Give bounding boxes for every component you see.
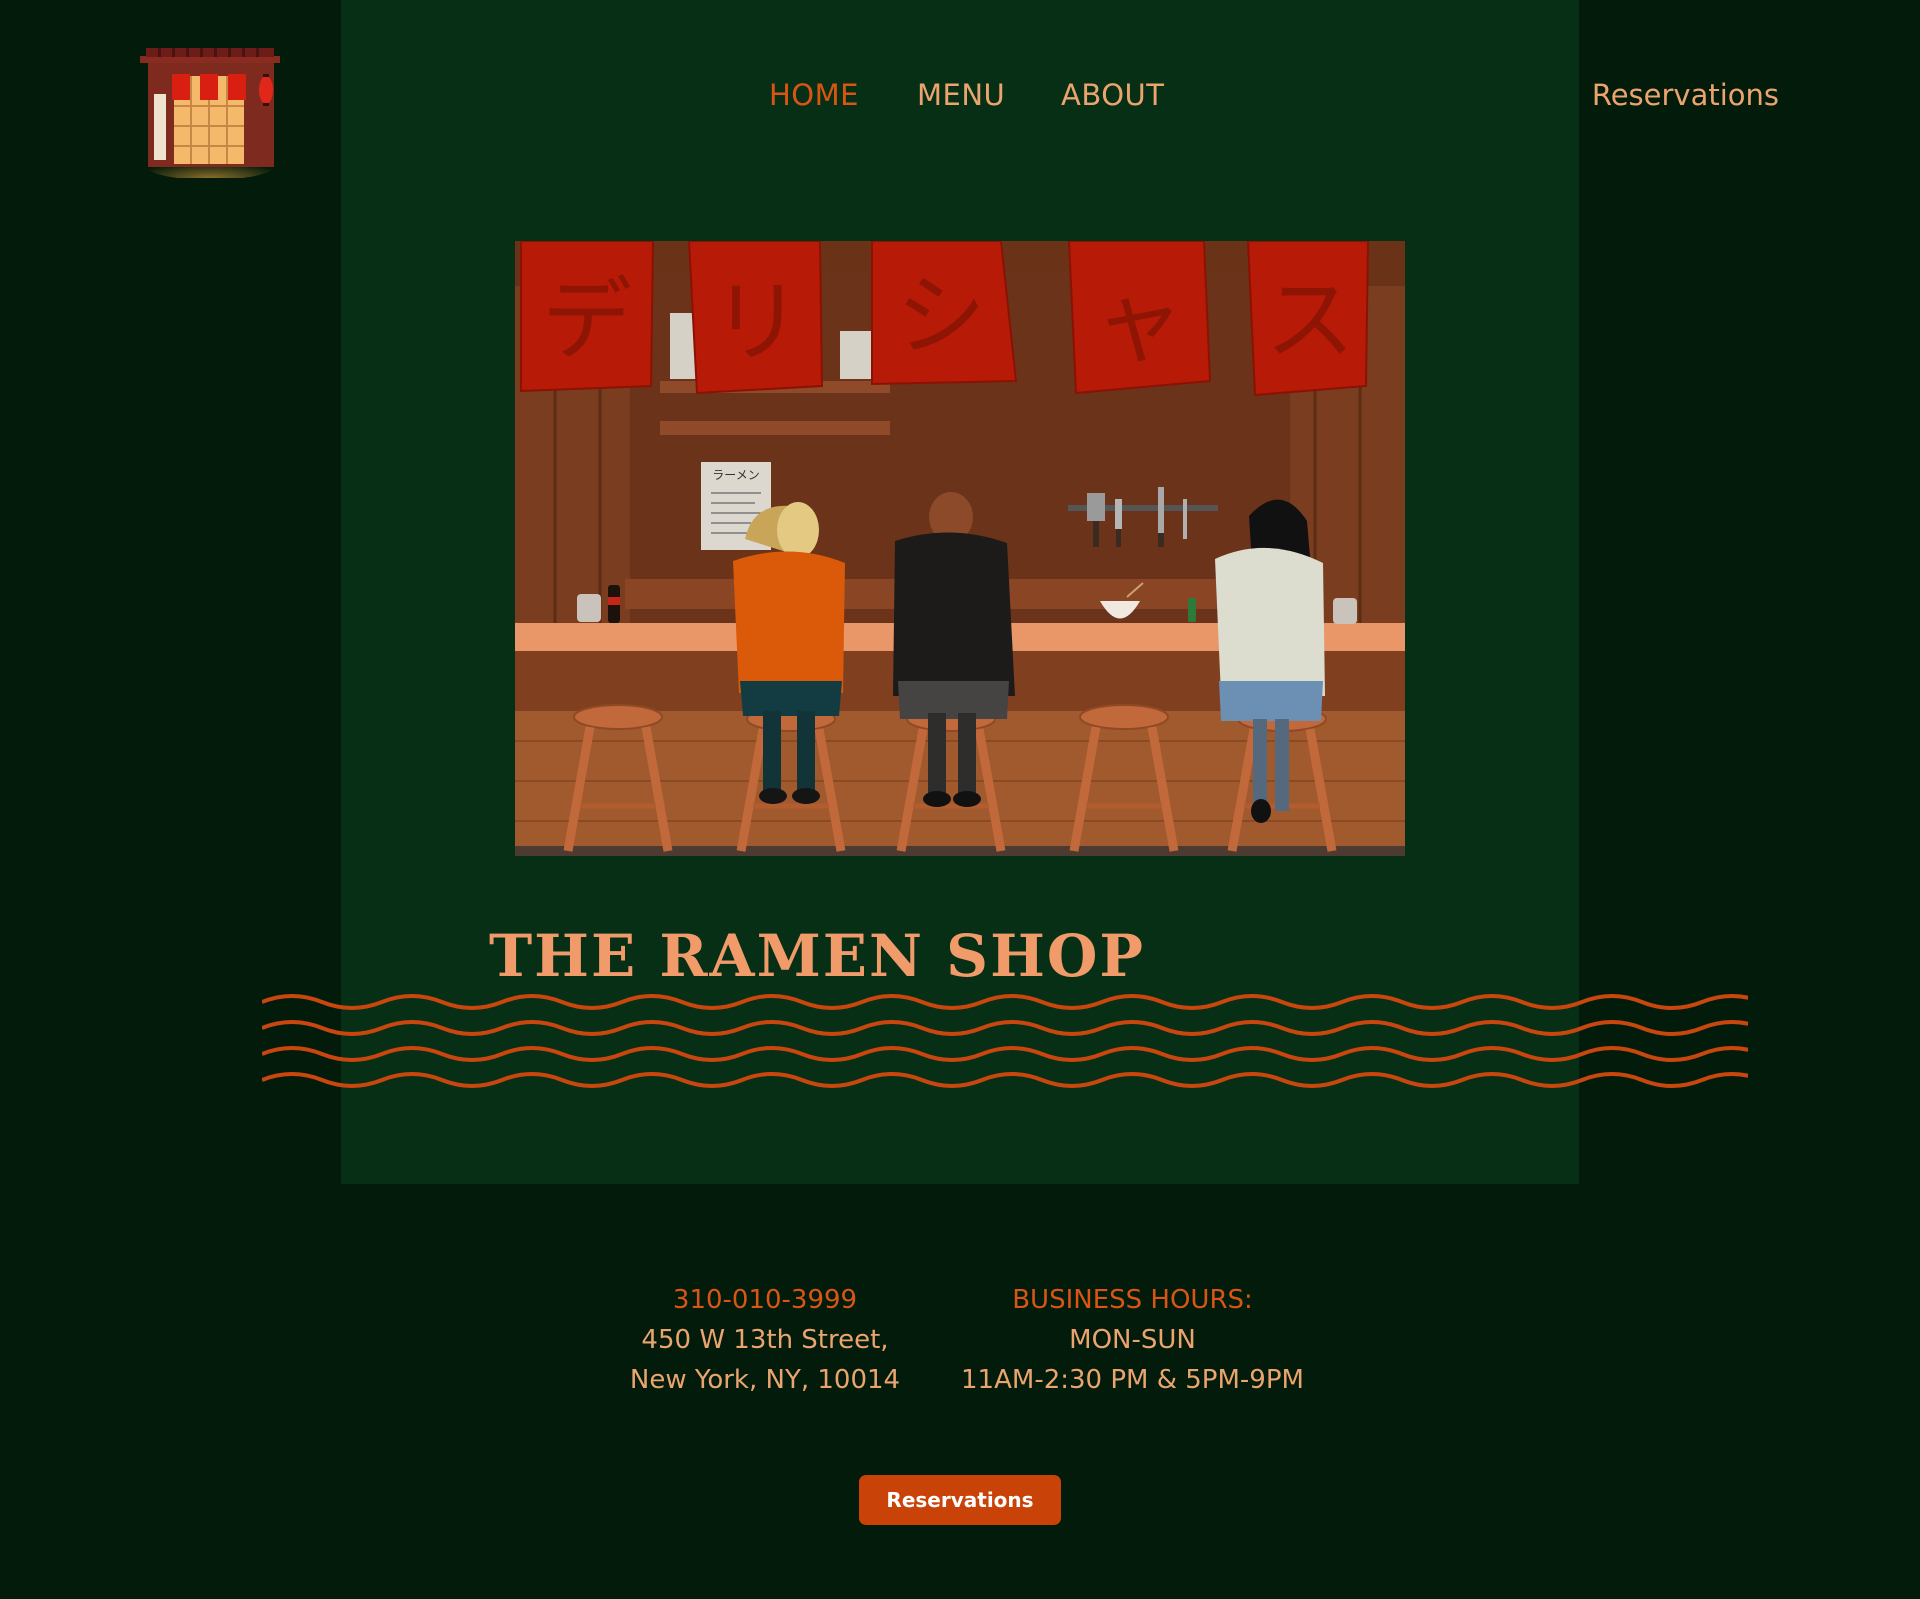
banner-char-2: リ <box>712 270 802 375</box>
contact-info: 310-010-3999 450 W 13th Street, New York… <box>620 1280 910 1400</box>
hero-illustration: ラーメン デ リ シ ャ ス <box>515 241 1405 856</box>
nav-home[interactable]: HOME <box>769 78 859 112</box>
reservations-button[interactable]: Reservations <box>859 1475 1061 1525</box>
nav-reservations-link[interactable]: Reservations <box>1592 78 1779 112</box>
noodle-waves <box>262 994 1748 1088</box>
address-line-2: New York, NY, 10014 <box>629 1365 901 1395</box>
hours-days: MON-SUN <box>1069 1325 1196 1355</box>
nav-menu[interactable]: MENU <box>917 78 1005 112</box>
nav-about[interactable]: ABOUT <box>1061 78 1165 112</box>
business-hours: BUSINESS HOURS: MON-SUN 11AM-2:30 PM & 5… <box>960 1280 1305 1400</box>
banner-char-5: ス <box>1265 268 1355 373</box>
hours-times: 11AM-2:30 PM & 5PM-9PM <box>961 1365 1304 1395</box>
banner-char-3: シ <box>896 264 986 369</box>
phone-number[interactable]: 310-010-3999 <box>620 1280 910 1320</box>
hours-heading: BUSINESS HOURS: <box>1012 1285 1253 1315</box>
address-line-1: 450 W 13th Street, <box>641 1325 889 1355</box>
menu-sign-text: ラーメン <box>712 468 760 482</box>
banner-char-4: ャ <box>1094 270 1184 375</box>
banner-char-1: デ <box>542 268 632 373</box>
site-title: THE RAMEN SHOP <box>489 922 1146 990</box>
